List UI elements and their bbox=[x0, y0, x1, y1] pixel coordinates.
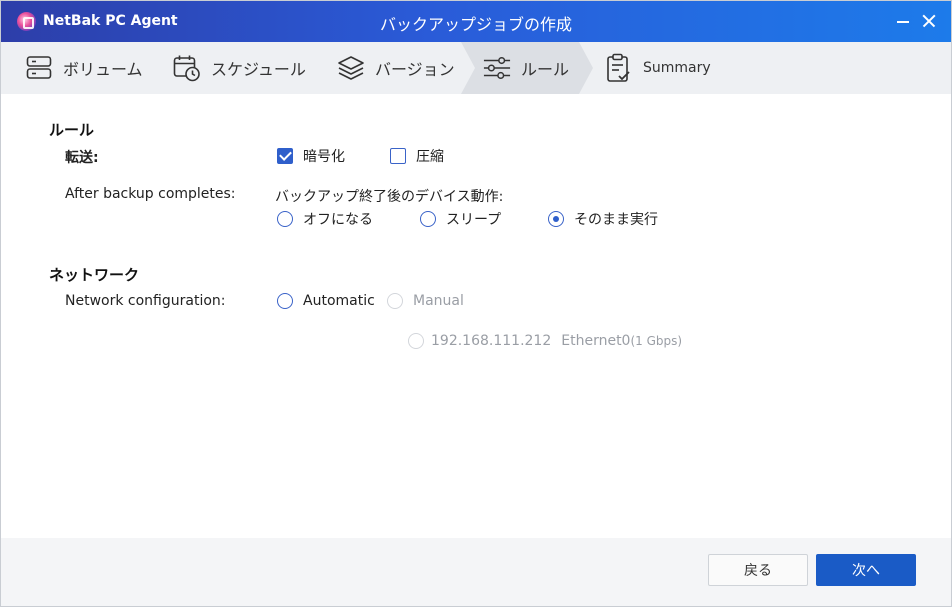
main-content: ルール 転送: 暗号化 圧縮 After backup completes: バ… bbox=[1, 94, 951, 538]
radio-selected-icon bbox=[548, 211, 564, 227]
sleep-radio[interactable]: スリープ bbox=[420, 209, 501, 229]
step-rule-label: ルール bbox=[521, 60, 570, 79]
sleep-label: スリープ bbox=[446, 212, 502, 228]
nic-radio[interactable]: 192.168.111.212 Ethernet0 (1 Gbps) bbox=[408, 333, 682, 349]
clipboard-check-icon bbox=[605, 53, 633, 82]
nic-speed: (1 Gbps) bbox=[630, 334, 683, 348]
power-off-radio[interactable]: オフになる bbox=[277, 209, 373, 229]
radio-unselected-icon bbox=[277, 293, 293, 309]
nic-ip: 192.168.111.212 bbox=[431, 333, 552, 349]
encrypt-label: 暗号化 bbox=[303, 149, 345, 165]
manual-radio[interactable]: Manual bbox=[387, 293, 464, 309]
keep-running-label: そのまま実行 bbox=[574, 212, 658, 228]
wizard-steps: ボリューム スケジュール バージョン ルール Summary bbox=[1, 42, 951, 94]
step-schedule-label: スケジュール bbox=[211, 60, 306, 79]
keep-running-radio[interactable]: そのまま実行 bbox=[548, 209, 658, 229]
step-volume-label: ボリューム bbox=[63, 60, 143, 79]
calendar-clock-icon bbox=[173, 54, 201, 82]
backup-job-window: NetBak PC Agent バックアップジョブの作成 ボリューム スケジュー… bbox=[0, 0, 952, 607]
radio-unselected-icon bbox=[277, 211, 293, 227]
compress-checkbox[interactable]: 圧縮 bbox=[390, 146, 444, 166]
network-config-label: Network configuration: bbox=[65, 293, 226, 309]
automatic-radio[interactable]: Automatic bbox=[277, 293, 375, 309]
rules-section-title: ルール bbox=[49, 121, 95, 139]
step-summary-label: Summary bbox=[643, 60, 711, 76]
next-button[interactable]: 次へ bbox=[816, 554, 916, 586]
layers-icon bbox=[337, 54, 365, 82]
step-schedule[interactable]: スケジュール bbox=[173, 42, 306, 94]
checkbox-empty-icon bbox=[390, 148, 406, 164]
step-version[interactable]: バージョン bbox=[337, 42, 455, 94]
title-bar: NetBak PC Agent バックアップジョブの作成 bbox=[1, 1, 951, 42]
step-version-label: バージョン bbox=[375, 60, 455, 79]
transfer-label: 転送: bbox=[65, 150, 99, 166]
back-button[interactable]: 戻る bbox=[708, 554, 808, 586]
compress-label: 圧縮 bbox=[416, 149, 444, 165]
power-off-label: オフになる bbox=[303, 212, 373, 228]
network-section-title: ネットワーク bbox=[49, 266, 140, 284]
encrypt-checkbox[interactable]: 暗号化 bbox=[277, 146, 345, 166]
checkbox-checked-icon bbox=[277, 148, 293, 164]
minimize-icon[interactable] bbox=[892, 11, 914, 31]
window-title: バックアップジョブの作成 bbox=[379, 15, 572, 34]
dialog-footer: 戻る 次へ bbox=[1, 538, 951, 606]
radio-disabled-icon bbox=[408, 333, 424, 349]
close-icon[interactable] bbox=[918, 11, 940, 31]
after-backup-caption: バックアップ終了後のデバイス動作: bbox=[275, 189, 504, 205]
manual-label: Manual bbox=[413, 293, 464, 309]
step-summary[interactable]: Summary bbox=[605, 42, 711, 94]
automatic-label: Automatic bbox=[303, 293, 375, 309]
server-icon bbox=[25, 54, 53, 82]
step-volume[interactable]: ボリューム bbox=[25, 42, 143, 94]
radio-disabled-icon bbox=[387, 293, 403, 309]
after-backup-label: After backup completes: bbox=[65, 186, 236, 202]
nic-name: Ethernet0 bbox=[561, 333, 631, 349]
step-rule[interactable]: ルール bbox=[483, 42, 569, 94]
radio-unselected-icon bbox=[420, 211, 436, 227]
sliders-icon bbox=[483, 54, 511, 82]
